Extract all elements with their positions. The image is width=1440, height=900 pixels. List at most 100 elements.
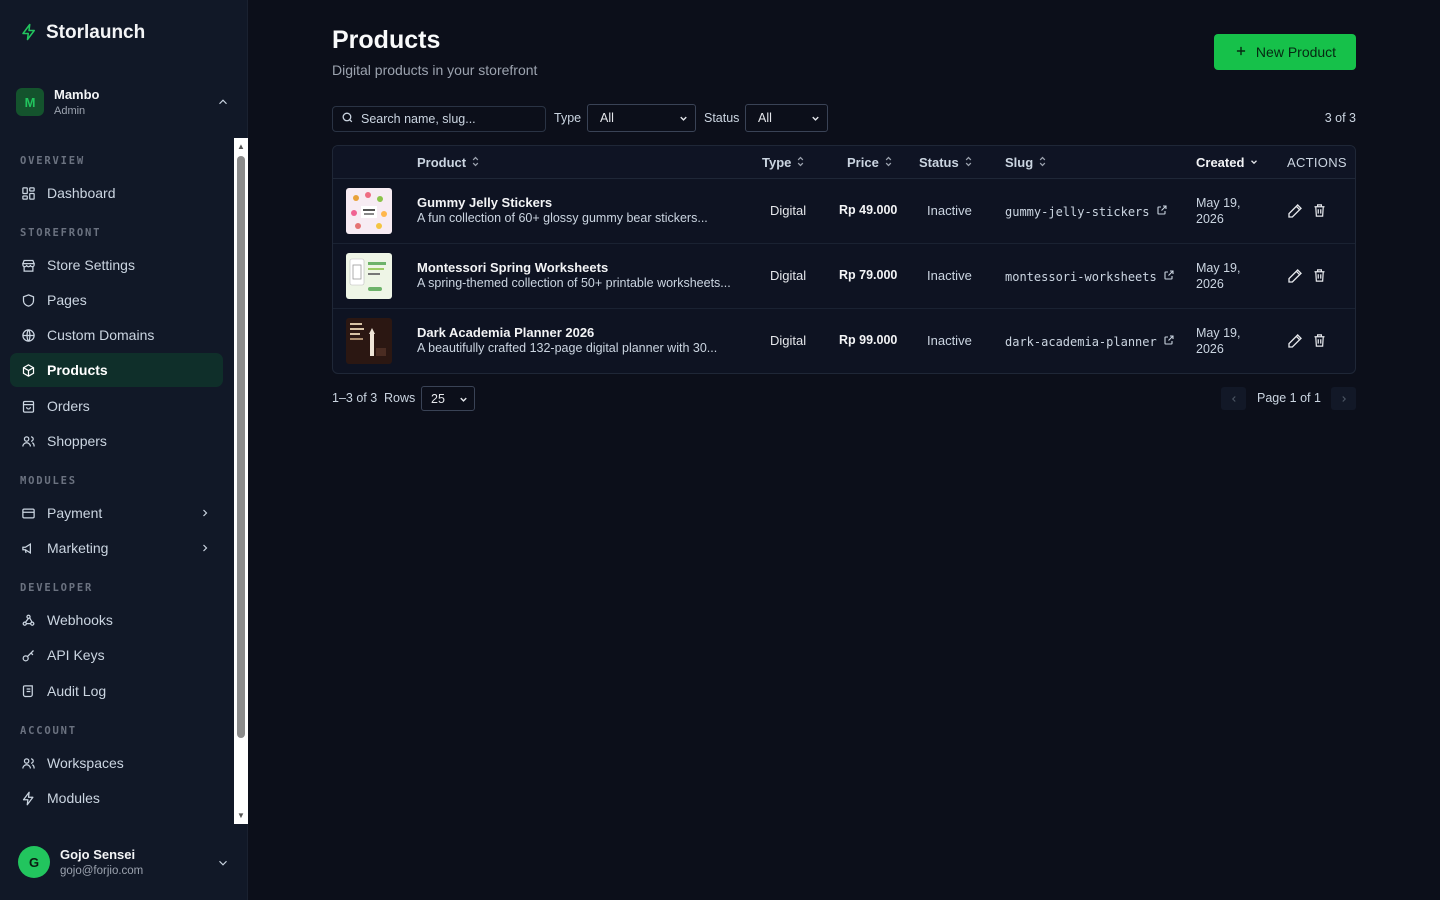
webhook-icon <box>20 612 36 628</box>
sidebar-item-audit-log[interactable]: Audit Log <box>10 674 223 708</box>
edit-button[interactable] <box>1286 333 1304 351</box>
sidebar-item-products[interactable]: Products <box>10 353 223 387</box>
column-price[interactable]: Price <box>847 155 893 170</box>
product-slug-link[interactable]: montessori-worksheets <box>1005 269 1175 284</box>
brand[interactable]: Storlaunch <box>20 22 145 44</box>
sidebar-item-workspaces[interactable]: Workspaces <box>10 746 223 780</box>
edit-button[interactable] <box>1286 203 1304 221</box>
product-slug: montessori-worksheets <box>1005 269 1157 284</box>
product-slug: dark-academia-planner <box>1005 334 1157 349</box>
sidebar-scrollbar[interactable]: ▲ ▼ <box>234 138 248 824</box>
product-description: A fun collection of 60+ glossy gummy bea… <box>417 211 708 225</box>
table-header: Product Type Price Status Slug Created A… <box>333 146 1355 179</box>
search-field[interactable] <box>332 106 546 132</box>
credit-card-icon <box>20 505 36 521</box>
product-name[interactable]: Dark Academia Planner 2026 <box>417 325 594 340</box>
column-product[interactable]: Product <box>417 155 480 170</box>
rows-per-page-label: Rows <box>384 391 416 405</box>
product-created: May 19, 2026 <box>1196 325 1256 357</box>
sort-icon <box>964 155 973 170</box>
megaphone-icon <box>20 540 36 556</box>
chevron-down-icon <box>678 113 689 127</box>
rows-per-page-select[interactable]: 25 <box>421 386 475 411</box>
trash-icon <box>1312 333 1327 351</box>
workspace-role: Admin <box>54 105 86 117</box>
key-icon <box>20 647 36 663</box>
bolt-icon <box>20 23 38 44</box>
product-name[interactable]: Gummy Jelly Stickers <box>417 195 552 210</box>
grid-icon <box>20 185 36 201</box>
chevron-right-icon <box>199 506 211 522</box>
sidebar: Storlaunch M Mambo Admin OVERVIEW Dashbo… <box>0 0 248 900</box>
chevron-left-icon <box>1229 391 1239 407</box>
sidebar-item-pages[interactable]: Pages <box>10 283 223 317</box>
bag-icon <box>20 398 36 414</box>
scroll-icon <box>20 683 36 699</box>
user-email: gojo@forjio.com <box>60 865 144 877</box>
chevron-right-icon <box>1339 391 1349 407</box>
chevron-down-icon <box>216 856 230 873</box>
type-filter-label: Type <box>554 111 582 125</box>
created-year: 2026 <box>1196 342 1224 356</box>
sidebar-item-webhooks[interactable]: Webhooks <box>10 603 223 637</box>
pencil-icon <box>1287 203 1303 222</box>
sidebar-item-custom-domains[interactable]: Custom Domains <box>10 318 223 352</box>
column-created[interactable]: Created <box>1196 155 1259 170</box>
table-row[interactable]: Gummy Jelly Stickers A fun collection of… <box>333 179 1355 244</box>
scrollbar-thumb[interactable] <box>237 156 245 738</box>
store-icon <box>20 257 36 273</box>
column-slug[interactable]: Slug <box>1005 155 1047 170</box>
sidebar-item-api-keys[interactable]: API Keys <box>10 638 223 672</box>
product-price: Rp 49.000 <box>839 203 898 217</box>
app-name: Storlaunch <box>46 22 146 43</box>
workspace-switcher[interactable]: M Mambo Admin <box>16 84 232 120</box>
table-row[interactable]: Dark Academia Planner 2026 A beautifully… <box>333 309 1355 373</box>
product-slug-link[interactable]: gummy-jelly-stickers <box>1005 204 1168 219</box>
status-filter-select[interactable]: All <box>745 104 828 132</box>
sidebar-item-modules[interactable]: Modules <box>10 781 223 815</box>
delete-button[interactable] <box>1310 203 1328 221</box>
created-date: May 19, <box>1196 326 1241 340</box>
product-thumbnail <box>346 318 392 364</box>
type-filter-select[interactable]: All <box>587 104 696 132</box>
user-menu[interactable]: G Gojo Sensei gojo@forjio.com <box>18 844 234 880</box>
sidebar-item-dashboard[interactable]: Dashboard <box>10 176 223 210</box>
page-title: Products <box>332 26 441 54</box>
scroll-down-arrow-icon[interactable]: ▼ <box>236 810 246 820</box>
new-product-button[interactable]: New Product <box>1214 34 1356 70</box>
pagination-range: 1–3 of 3 <box>332 391 378 405</box>
created-date: May 19, <box>1196 261 1241 275</box>
sort-icon <box>1038 155 1047 170</box>
products-table: Product Type Price Status Slug Created A… <box>332 145 1356 374</box>
product-slug-link[interactable]: dark-academia-planner <box>1005 334 1175 349</box>
column-type-label: Type <box>762 155 792 170</box>
edit-button[interactable] <box>1286 268 1304 286</box>
sidebar-item-store-settings[interactable]: Store Settings <box>10 248 223 282</box>
product-name[interactable]: Montessori Spring Worksheets <box>417 260 608 275</box>
table-row[interactable]: Montessori Spring Worksheets A spring-th… <box>333 244 1355 309</box>
sidebar-item-label: Webhooks <box>47 612 113 628</box>
scroll-up-arrow-icon[interactable]: ▲ <box>236 141 246 151</box>
delete-button[interactable] <box>1310 268 1328 286</box>
trash-icon <box>1312 268 1327 286</box>
product-type: Digital <box>770 333 807 348</box>
sidebar-item-payment[interactable]: Payment <box>10 496 223 530</box>
rows-per-page-value: 25 <box>431 391 445 406</box>
product-created: May 19, 2026 <box>1196 195 1256 227</box>
sidebar-item-marketing[interactable]: Marketing <box>10 531 223 565</box>
delete-button[interactable] <box>1310 333 1328 351</box>
prev-page-button[interactable] <box>1221 387 1246 410</box>
sidebar-item-label: Dashboard <box>47 185 116 201</box>
sidebar-item-orders[interactable]: Orders <box>10 389 223 423</box>
status-badge: Inactive <box>927 333 972 348</box>
product-thumbnail <box>346 253 392 299</box>
column-type[interactable]: Type <box>762 155 805 170</box>
sidebar-item-label: Marketing <box>47 540 109 556</box>
next-page-button[interactable] <box>1331 387 1356 410</box>
sidebar-item-shoppers[interactable]: Shoppers <box>10 424 223 458</box>
column-slug-label: Slug <box>1005 155 1034 170</box>
column-status[interactable]: Status <box>919 155 973 170</box>
created-year: 2026 <box>1196 212 1224 226</box>
search-input[interactable] <box>361 112 541 126</box>
product-slug: gummy-jelly-stickers <box>1005 204 1150 219</box>
